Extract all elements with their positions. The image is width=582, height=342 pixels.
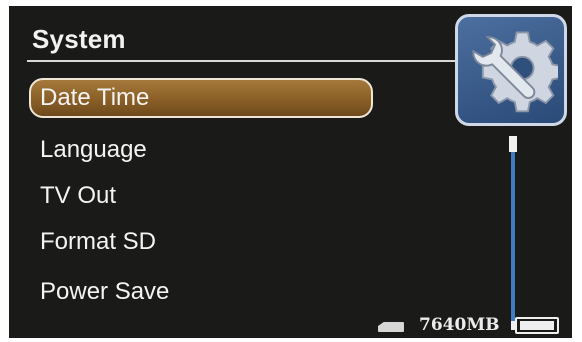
page-title: System xyxy=(32,24,126,54)
scrollbar-track[interactable] xyxy=(511,136,515,322)
menu-item-tv-out[interactable]: TV Out xyxy=(29,176,373,216)
menu-item-date-time[interactable]: Date Time xyxy=(29,78,373,118)
settings-screen: System Date Time Language TV Out Format … xyxy=(9,6,572,338)
storage-remaining: 7640MB xyxy=(419,315,500,335)
menu-item-format-sd[interactable]: Format SD xyxy=(29,222,373,262)
battery-icon xyxy=(515,317,559,334)
menu-item-language[interactable]: Language xyxy=(29,130,373,170)
scrollbar-thumb[interactable] xyxy=(509,136,517,152)
menu-item-power-save[interactable]: Power Save xyxy=(29,272,373,312)
title-divider xyxy=(27,60,455,62)
battery-level xyxy=(520,321,554,330)
settings-category-tile xyxy=(455,14,567,126)
gear-wrench-icon xyxy=(472,31,558,113)
sd-card-icon xyxy=(378,322,404,332)
